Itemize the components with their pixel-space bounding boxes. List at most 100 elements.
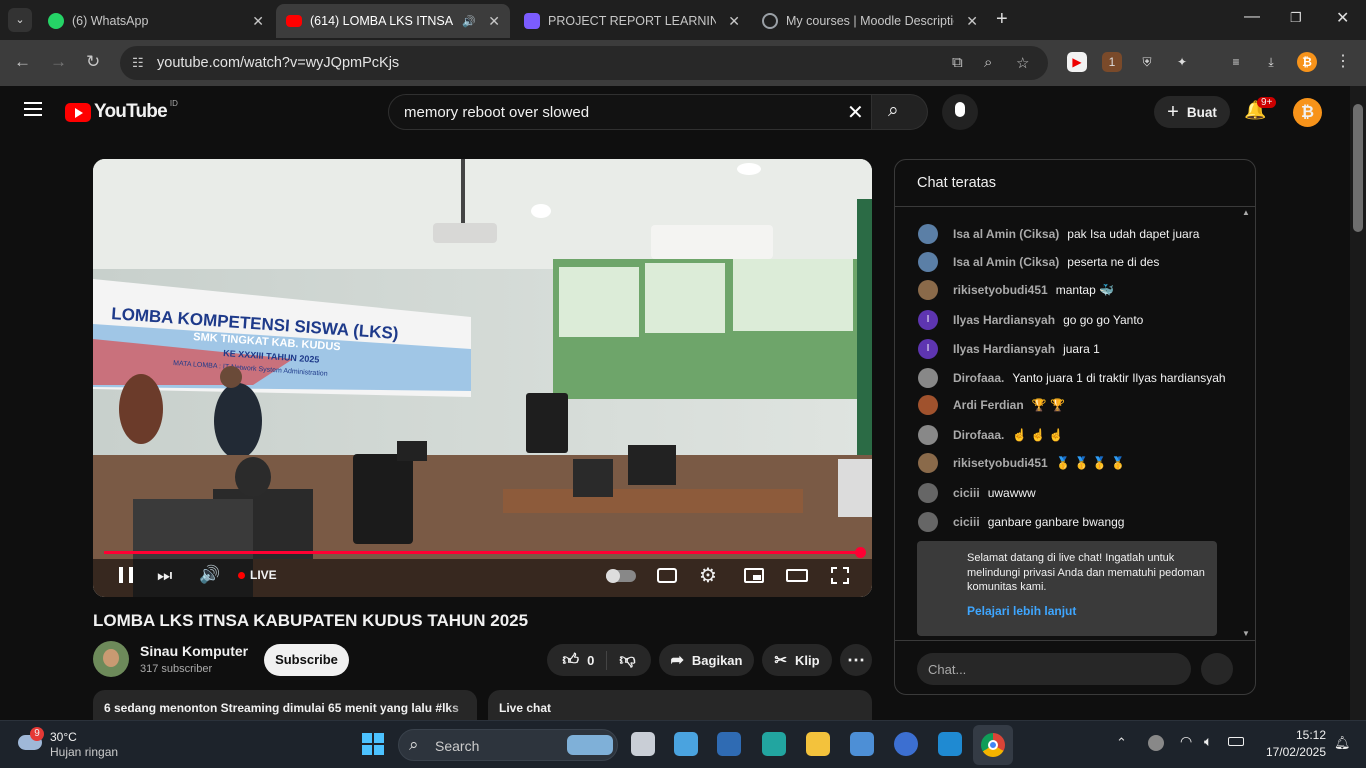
star-icon[interactable]: ☆ [1016, 54, 1029, 72]
search-input[interactable]: memory reboot over slowed [404, 104, 589, 121]
tab-project-report[interactable]: PROJECT REPORT LEARNING MANAGEMENT ✕ [514, 4, 750, 38]
chat-message[interactable]: I Ilyas Hardiansyah go go go Yanto [918, 309, 1143, 331]
autoplay-toggle[interactable] [606, 569, 636, 583]
chat-author[interactable]: Isa al Amin (Ciksa) [953, 227, 1059, 241]
app-tray-icon[interactable] [1148, 735, 1164, 751]
bolt-app-icon[interactable] [762, 732, 786, 756]
create-button[interactable]: + Buat [1154, 96, 1230, 128]
chat-message[interactable]: rikisetyobudi451 🥇 🥇 🥇 🥇 [918, 452, 1126, 474]
chat-message[interactable]: ciciii uwawww [918, 482, 1036, 504]
speaker-icon[interactable]: 🔊 [462, 15, 476, 28]
next-button[interactable]: ⏭ [157, 566, 172, 586]
forward-button[interactable]: → [50, 52, 67, 72]
subtitles-icon[interactable] [657, 568, 677, 583]
puzzle-icon[interactable]: ✦ [1172, 52, 1192, 72]
url-text[interactable]: youtube.com/watch?v=wyJQpmPcKjs [157, 55, 399, 71]
clip-button[interactable]: ✂ Klip [762, 644, 832, 676]
chat-title[interactable]: Chat teratas [917, 175, 996, 191]
chat-author[interactable]: Dirofaaa. [953, 371, 1004, 385]
chat-author[interactable]: Ilyas Hardiansyah [953, 342, 1055, 356]
vscode-icon[interactable] [938, 732, 962, 756]
live-chat-panel-header[interactable]: Live chat [488, 690, 872, 720]
pause-button[interactable] [119, 567, 133, 583]
site-info-icon[interactable]: ☷ [132, 55, 144, 71]
account-avatar[interactable]: ₿ [1293, 98, 1322, 127]
hamburger-menu-icon[interactable] [24, 102, 42, 116]
network-tool-icon[interactable] [850, 732, 874, 756]
scrollbar-thumb[interactable] [1353, 104, 1363, 232]
dislike-button[interactable]: 👎︎ [607, 651, 635, 670]
channel-avatar[interactable] [93, 641, 129, 677]
chat-message[interactable]: Isa al Amin (Ciksa) pak Isa udah dapet j… [918, 223, 1199, 245]
task-view-icon[interactable] [631, 732, 655, 756]
edge-like-app-icon[interactable] [894, 732, 918, 756]
send-button[interactable] [1201, 653, 1233, 685]
search-box[interactable]: memory reboot over slowed ✕ [388, 94, 872, 130]
chrome-taskbar-button[interactable] [973, 725, 1013, 765]
extension-icon[interactable]: ▶ [1067, 52, 1087, 72]
share-button[interactable]: ➦ Bagikan [659, 644, 754, 676]
youtube-logo[interactable]: YouTube ID [65, 99, 178, 123]
learn-more-link[interactable]: Pelajari lebih lanjut [967, 604, 1076, 618]
battery-icon[interactable] [1228, 737, 1244, 746]
virtualbox-icon[interactable] [717, 732, 741, 756]
chat-author[interactable]: Ilyas Hardiansyah [953, 313, 1055, 327]
chat-author[interactable]: Isa al Amin (Ciksa) [953, 255, 1059, 269]
wifi-icon[interactable]: ◠ [1180, 733, 1192, 750]
notifications-button[interactable]: 🔔 9+ [1244, 97, 1277, 121]
page-scrollbar[interactable] [1350, 86, 1366, 720]
chat-message[interactable]: Ardi Ferdian 🏆 🏆 [918, 394, 1065, 416]
open-in-app-icon[interactable]: ⧉ [952, 54, 963, 71]
tab-youtube[interactable]: (614) LOMBA LKS ITNSA KABUPATEN KUDUS TA… [276, 4, 510, 38]
clear-search-icon[interactable]: ✕ [847, 100, 864, 125]
reload-button[interactable]: ↻ [86, 52, 100, 72]
start-button[interactable] [362, 733, 384, 755]
close-icon[interactable]: ✕ [728, 13, 740, 30]
chat-scroll-up-icon[interactable]: ▲ [1242, 208, 1250, 217]
live-badge[interactable]: LIVE [238, 568, 277, 582]
chat-author[interactable]: rikisetyobudi451 [953, 283, 1048, 297]
taskbar-search[interactable]: ⌕ Search [398, 729, 618, 761]
menu-kebab-icon[interactable]: ⋮ [1333, 52, 1353, 72]
profile-avatar[interactable]: ₿ [1297, 52, 1317, 72]
chat-message[interactable]: rikisetyobudi451 mantap 🐳 [918, 279, 1114, 301]
like-button[interactable]: 👍︎ 0 [562, 650, 608, 670]
theater-mode-icon[interactable] [786, 569, 808, 582]
tab-search-button[interactable]: ⌄ [8, 8, 32, 32]
chat-author[interactable]: Dirofaaa. [953, 428, 1004, 442]
weather-widget[interactable]: 9 30°C Hujan ringan [16, 727, 136, 763]
chat-message[interactable]: Dirofaaa. Yanto juara 1 di traktir Ilyas… [918, 367, 1226, 389]
chat-message[interactable]: Dirofaaa. ☝ ☝ ☝ [918, 424, 1064, 446]
tab-whatsapp[interactable]: (6) WhatsApp ✕ [38, 4, 274, 38]
chat-message[interactable]: I Ilyas Hardiansyah juara 1 [918, 338, 1100, 360]
file-explorer-icon[interactable] [806, 732, 830, 756]
restore-button[interactable]: ❐ [1290, 10, 1302, 26]
chat-scroll-down-icon[interactable]: ▼ [1242, 629, 1250, 638]
channel-name[interactable]: Sinau Komputer [140, 643, 248, 659]
fullscreen-icon[interactable] [831, 567, 849, 584]
subscribe-button[interactable]: Subscribe [264, 644, 349, 676]
progress-bar-track[interactable] [104, 551, 860, 554]
chat-author[interactable]: rikisetyobudi451 [953, 456, 1048, 470]
search-button[interactable]: ⌕ [872, 94, 928, 130]
volume-button[interactable]: 🔊 [199, 565, 220, 585]
chat-message[interactable]: ciciii ganbare ganbare bwangg [918, 511, 1124, 533]
chat-author[interactable]: ciciii [953, 486, 980, 500]
clock[interactable]: 15:12 17/02/2025 [1258, 728, 1326, 759]
media-control-icon[interactable]: ≡ [1226, 52, 1246, 72]
notification-center-icon[interactable]: 🔔︎ [1334, 735, 1351, 751]
close-icon[interactable]: ✕ [488, 13, 500, 30]
chat-author[interactable]: Ardi Ferdian [953, 398, 1024, 412]
miniplayer-icon[interactable] [744, 568, 764, 583]
tab-moodle[interactable]: My courses | Moodle Description ✕ [752, 4, 988, 38]
close-icon[interactable]: ✕ [966, 13, 978, 30]
chat-input[interactable]: Chat... [917, 653, 1191, 685]
widgets-app-icon[interactable] [674, 732, 698, 756]
extension-badge-icon[interactable]: 1 [1102, 52, 1122, 72]
description-box[interactable]: 6 sedang menonton Streaming dimulai 65 m… [93, 690, 477, 720]
minimize-button[interactable]: — [1244, 8, 1260, 26]
chat-message[interactable]: Isa al Amin (Ciksa) peserta ne di des [918, 251, 1159, 273]
download-icon[interactable]: ⤓ [1261, 52, 1281, 72]
progress-scrubber[interactable] [855, 547, 866, 558]
address-bar[interactable]: ☷ youtube.com/watch?v=wyJQpmPcKjs ⧉ ⌕ ☆ [120, 46, 1048, 80]
